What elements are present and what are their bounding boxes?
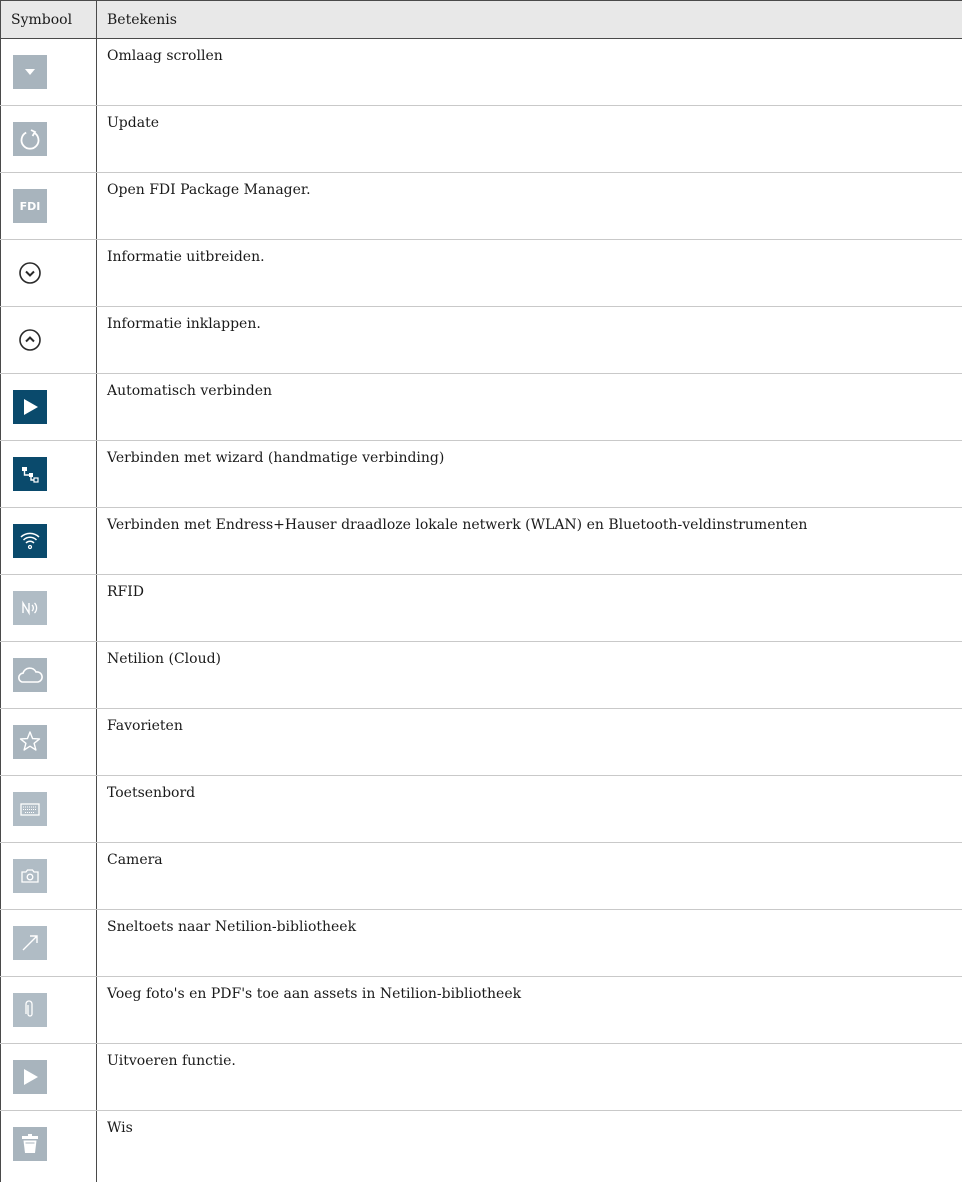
table-header-row: Symbool Betekenis	[1, 1, 962, 39]
fdi-icon: FDI	[13, 189, 47, 223]
table-row: Omlaag scrollen	[1, 39, 962, 106]
meaning-cell: Sneltoets naar Netilion-bibliotheek	[97, 910, 962, 977]
symbol-cell	[1, 1044, 97, 1111]
symbol-cell	[1, 441, 97, 508]
symbol-cell	[1, 709, 97, 776]
table-row: Toetsenbord	[1, 776, 962, 843]
network-wizard-icon	[13, 457, 47, 491]
meaning-cell: RFID	[97, 575, 962, 642]
meaning-cell: Informatie uitbreiden.	[97, 240, 962, 307]
execute-icon	[13, 1060, 47, 1094]
meaning-cell: Voeg foto's en PDF's toe aan assets in N…	[97, 977, 962, 1044]
meaning-cell: Toetsenbord	[97, 776, 962, 843]
meaning-cell: Update	[97, 106, 962, 173]
table-row: Uitvoeren functie.	[1, 1044, 962, 1111]
table-row: Verbinden met Endress+Hauser draadloze l…	[1, 508, 962, 575]
meaning-cell: Camera	[97, 843, 962, 910]
scroll-down-icon	[13, 55, 47, 89]
meaning-cell: Open FDI Package Manager.	[97, 173, 962, 240]
symbol-cell	[1, 106, 97, 173]
trash-icon	[13, 1127, 47, 1161]
symbol-cell	[1, 977, 97, 1044]
cloud-icon	[13, 658, 47, 692]
table-row: Favorieten	[1, 709, 962, 776]
symbol-cell	[1, 307, 97, 374]
table-row: Informatie uitbreiden.	[1, 240, 962, 307]
header-symbol: Symbool	[1, 1, 97, 39]
wifi-icon	[13, 524, 47, 558]
symbol-cell	[1, 374, 97, 441]
symbol-cell	[1, 910, 97, 977]
meaning-cell: Omlaag scrollen	[97, 39, 962, 106]
table-row: Wis	[1, 1111, 962, 1182]
symbol-cell	[1, 843, 97, 910]
shortcut-arrow-icon	[13, 926, 47, 960]
table-row: FDI Open FDI Package Manager.	[1, 173, 962, 240]
table-row: Verbinden met wizard (handmatige verbind…	[1, 441, 962, 508]
header-meaning: Betekenis	[97, 1, 962, 39]
table-row: Camera	[1, 843, 962, 910]
table-row: Informatie inklappen.	[1, 307, 962, 374]
symbol-cell	[1, 1111, 97, 1182]
table-row: Netilion (Cloud)	[1, 642, 962, 709]
meaning-cell: Favorieten	[97, 709, 962, 776]
symbol-table: Symbool Betekenis Omlaag scrollen	[0, 0, 962, 1182]
table-row: Update	[1, 106, 962, 173]
meaning-cell: Netilion (Cloud)	[97, 642, 962, 709]
star-icon	[13, 725, 47, 759]
collapse-circle-icon	[13, 323, 47, 357]
expand-circle-icon	[13, 256, 47, 290]
meaning-cell: Automatisch verbinden	[97, 374, 962, 441]
play-icon	[13, 390, 47, 424]
meaning-cell: Uitvoeren functie.	[97, 1044, 962, 1111]
symbol-cell	[1, 575, 97, 642]
rfid-icon	[13, 591, 47, 625]
symbol-cell	[1, 642, 97, 709]
table-row: Automatisch verbinden	[1, 374, 962, 441]
keyboard-icon	[13, 792, 47, 826]
symbol-cell	[1, 776, 97, 843]
meaning-cell: Verbinden met Endress+Hauser draadloze l…	[97, 508, 962, 575]
camera-icon	[13, 859, 47, 893]
paperclip-icon	[13, 993, 47, 1027]
symbol-cell	[1, 508, 97, 575]
refresh-icon	[13, 122, 47, 156]
meaning-cell: Wis	[97, 1111, 962, 1182]
symbol-cell	[1, 240, 97, 307]
table-row: Voeg foto's en PDF's toe aan assets in N…	[1, 977, 962, 1044]
table-row: Sneltoets naar Netilion-bibliotheek	[1, 910, 962, 977]
symbol-cell: FDI	[1, 173, 97, 240]
meaning-cell: Verbinden met wizard (handmatige verbind…	[97, 441, 962, 508]
meaning-cell: Informatie inklappen.	[97, 307, 962, 374]
table-row: RFID	[1, 575, 962, 642]
symbol-cell	[1, 39, 97, 106]
